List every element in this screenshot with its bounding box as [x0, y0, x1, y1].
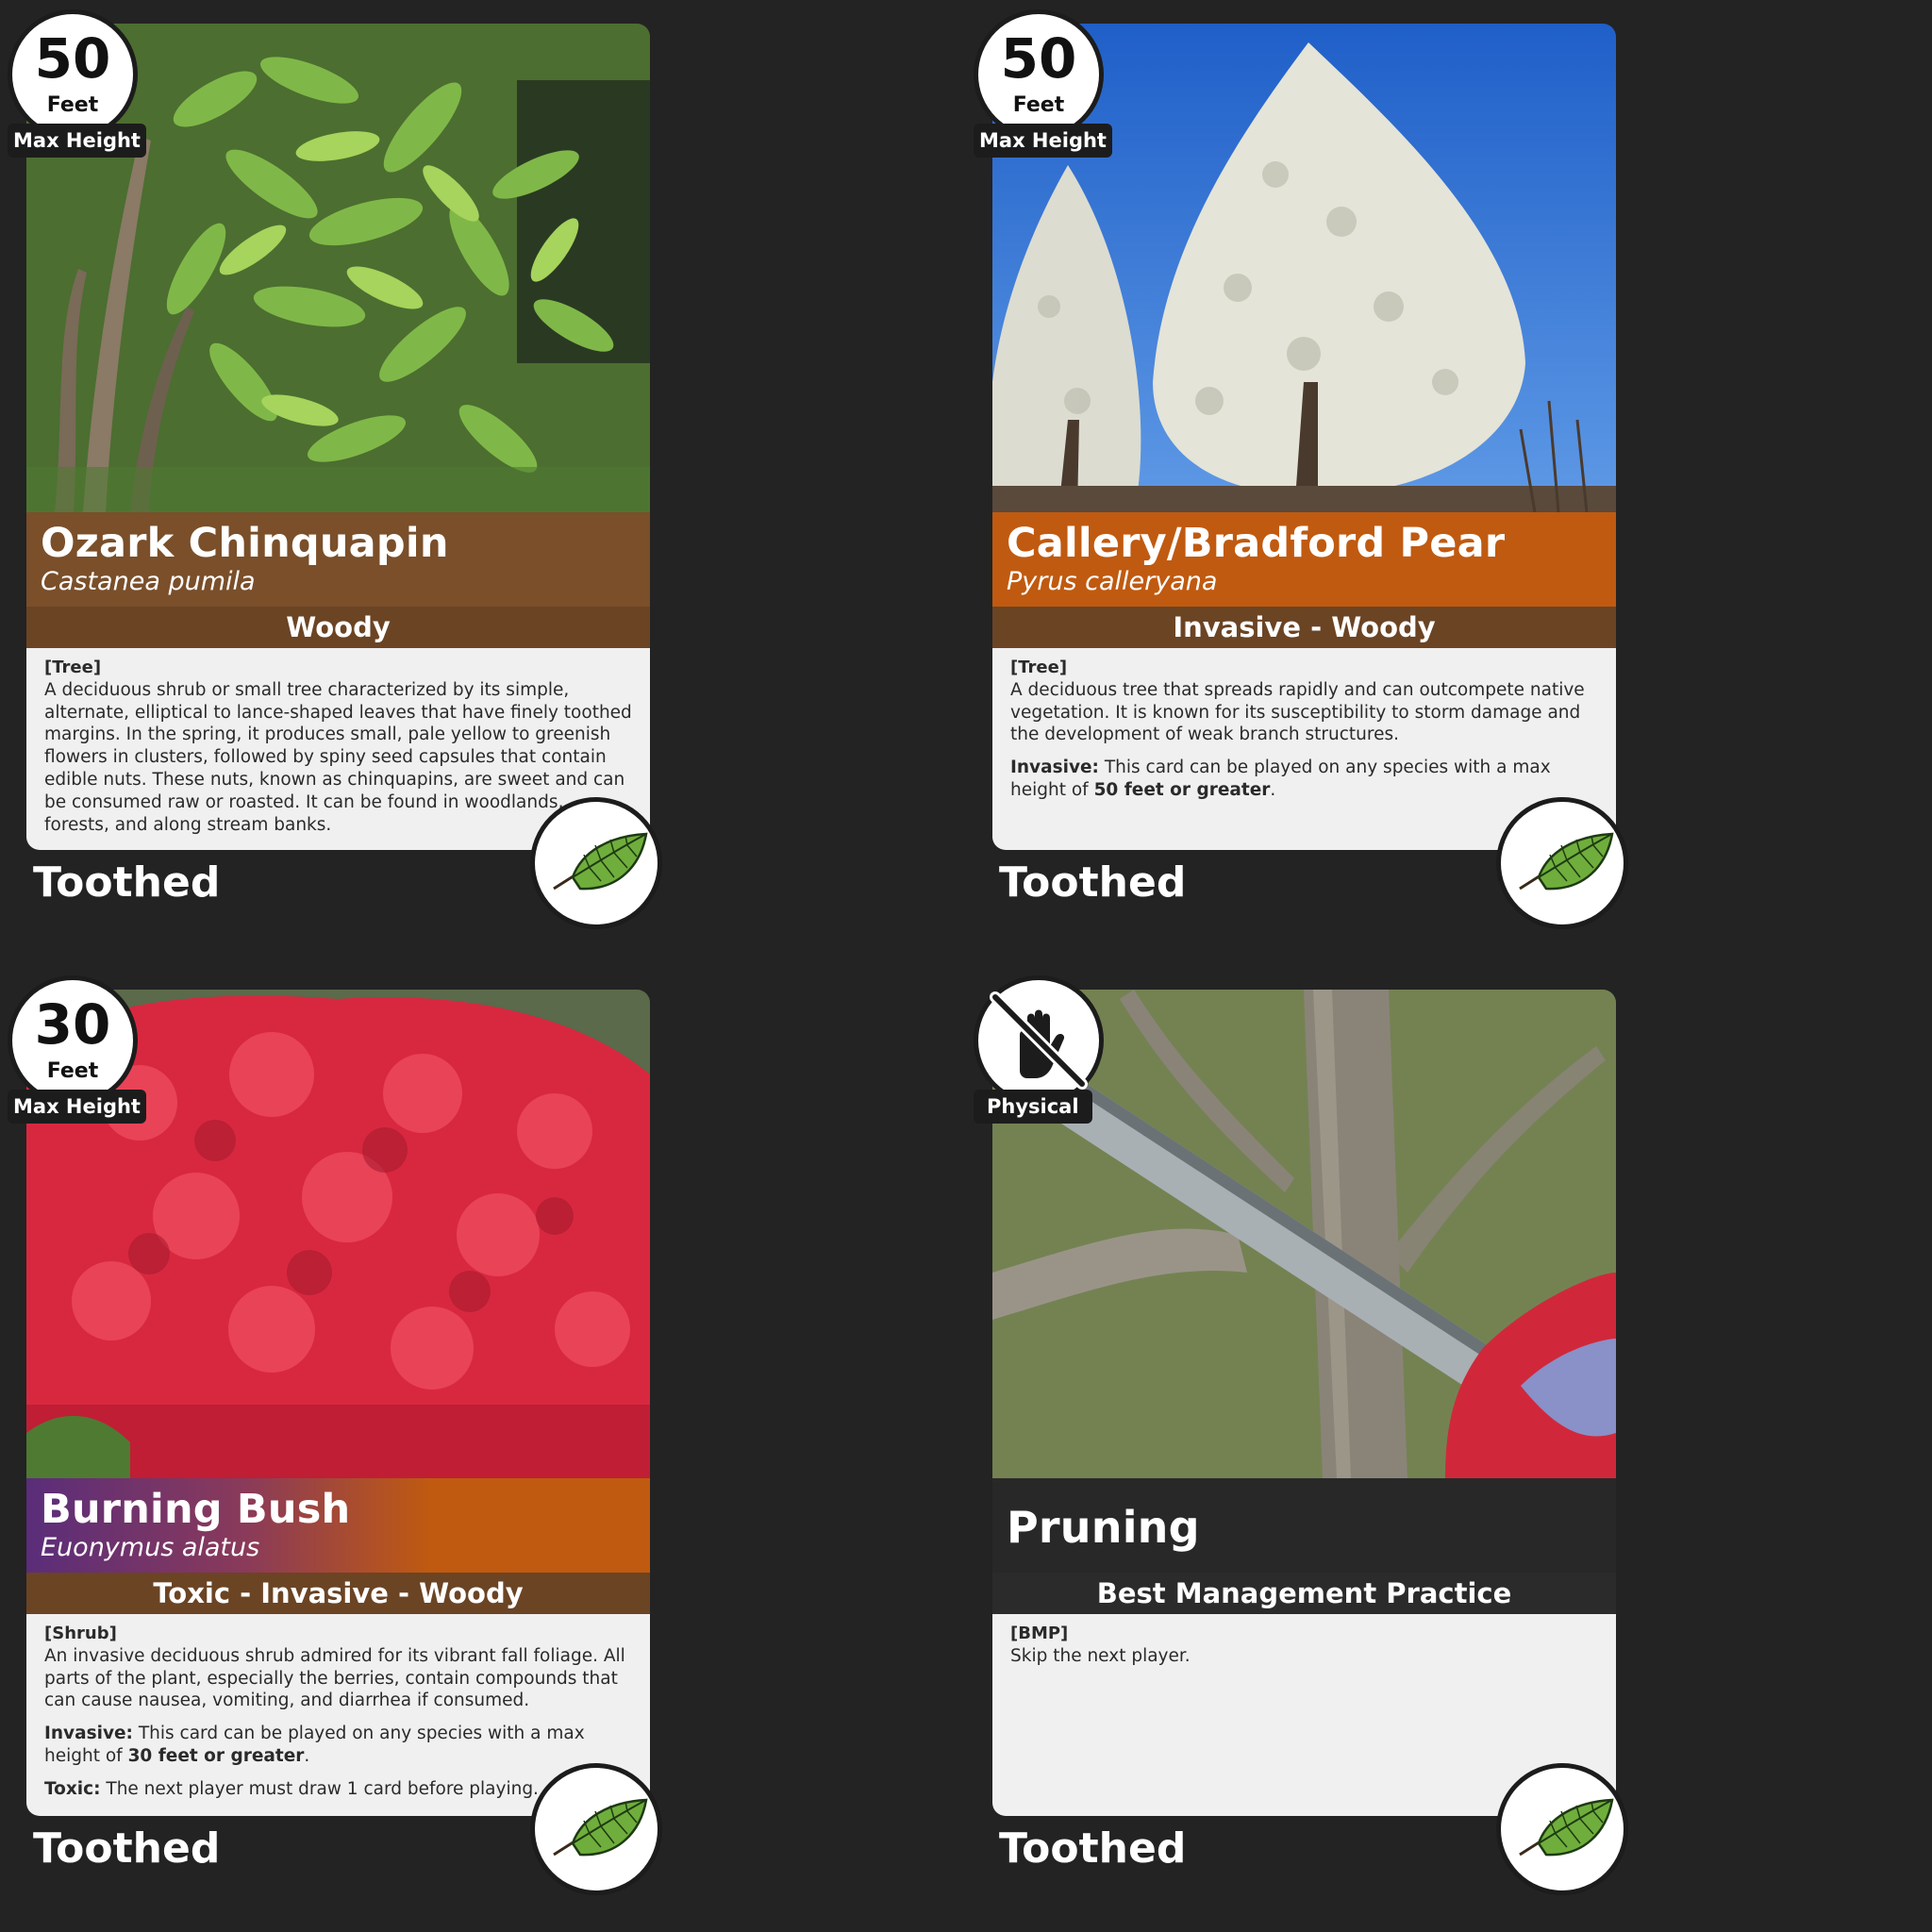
card-name: Ozark Chinquapin	[41, 520, 449, 567]
invasive-rule-end: .	[304, 1745, 310, 1766]
card-scientific-name: Euonymus alatus	[41, 1533, 260, 1562]
invasive-rule: Invasive: This card can be played on any…	[1010, 757, 1599, 802]
card-title-bar: Pruning	[992, 1478, 1616, 1573]
card-callery-bradford-pear[interactable]: 50 Feet Max Height Callery/Bradford Pear…	[966, 0, 1628, 929]
max-height-value: 30	[34, 992, 111, 1057]
card-name: Burning Bush	[41, 1486, 351, 1533]
leaf-type-label: Toothed	[999, 1824, 1187, 1873]
max-height-value: 50	[34, 26, 111, 91]
card-name: Pruning	[1007, 1502, 1200, 1553]
invasive-rule-label: Invasive:	[44, 1724, 133, 1744]
card-description: Skip the next player.	[1010, 1645, 1191, 1666]
toothed-leaf-icon	[1496, 797, 1628, 929]
max-height-label: Max Height	[974, 124, 1112, 158]
max-height-badge: 30 Feet	[8, 975, 138, 1106]
max-height-unit: Feet	[46, 93, 99, 117]
card-tag: [Tree]	[44, 658, 102, 677]
max-height-badge: 50 Feet	[974, 9, 1104, 140]
card-ozark-chinquapin[interactable]: 50 Feet Max Height Ozark Chinquapin Cast…	[0, 0, 662, 929]
card-pruning[interactable]: Physical Pruning Best Management Practic…	[966, 966, 1628, 1895]
max-height-label: Max Height	[8, 124, 146, 158]
toxic-rule-text: The next player must draw 1 card before …	[100, 1778, 539, 1799]
card-name: Callery/Bradford Pear	[1007, 520, 1506, 567]
max-height-unit: Feet	[1012, 93, 1065, 117]
card-type: Woody	[26, 607, 650, 648]
leaf-type-label: Toothed	[999, 858, 1187, 907]
max-height-badge: 50 Feet	[8, 9, 138, 140]
card-title-bar: Callery/Bradford Pear Pyrus calleryana	[992, 512, 1616, 607]
toxic-rule-label: Toxic:	[44, 1778, 101, 1799]
card-description: A deciduous tree that spreads rapidly an…	[1010, 679, 1585, 745]
card-tag: [Tree]	[1010, 658, 1068, 677]
max-height-value: 50	[1000, 26, 1077, 91]
leaf-type-label: Toothed	[33, 858, 221, 907]
toothed-leaf-icon	[530, 797, 662, 929]
card-description: An invasive deciduous shrub admired for …	[44, 1645, 625, 1711]
leaf-type-label: Toothed	[33, 1824, 221, 1873]
invasive-rule-end: .	[1270, 779, 1276, 800]
physical-label: Physical	[974, 1090, 1092, 1124]
card-tag: [Shrub]	[44, 1624, 117, 1643]
toothed-leaf-icon	[530, 1763, 662, 1895]
card-type: Toxic - Invasive - Woody	[26, 1573, 650, 1614]
card-title-bar: Burning Bush Euonymus alatus	[26, 1478, 650, 1573]
card-title-bar: Ozark Chinquapin Castanea pumila	[26, 512, 650, 607]
invasive-rule: Invasive: This card can be played on any…	[44, 1723, 633, 1768]
max-height-label: Max Height	[8, 1090, 146, 1124]
card-type: Best Management Practice	[992, 1573, 1616, 1614]
card-scientific-name: Castanea pumila	[41, 567, 256, 596]
card-scientific-name: Pyrus calleryana	[1007, 567, 1218, 596]
card-burning-bush[interactable]: 30 Feet Max Height Burning Bush Euonymus…	[0, 966, 662, 1895]
card-tag: [BMP]	[1010, 1624, 1069, 1643]
max-height-unit: Feet	[46, 1059, 99, 1083]
invasive-rule-threshold: 30 feet or greater	[127, 1745, 305, 1766]
invasive-rule-label: Invasive:	[1010, 758, 1099, 778]
no-hand-icon	[974, 975, 1104, 1106]
card-type: Invasive - Woody	[992, 607, 1616, 648]
card-sheet: 50 Feet Max Height Ozark Chinquapin Cast…	[0, 0, 1932, 1932]
toothed-leaf-icon	[1496, 1763, 1628, 1895]
invasive-rule-threshold: 50 feet or greater	[1093, 779, 1271, 800]
